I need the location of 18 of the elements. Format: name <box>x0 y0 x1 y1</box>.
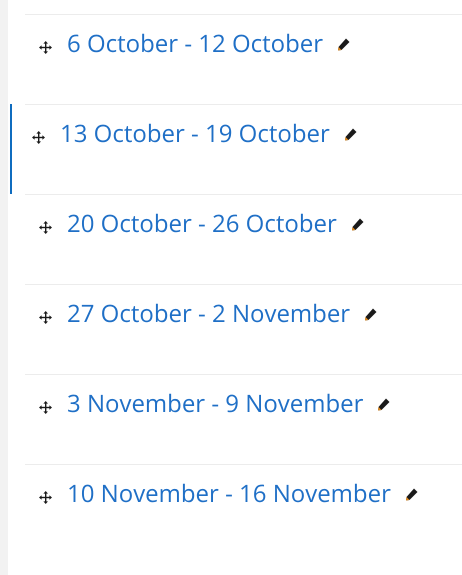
section-title-link[interactable]: 10 November - 16 November <box>67 481 391 507</box>
move-icon[interactable] <box>39 401 52 414</box>
pencil-icon[interactable] <box>337 38 350 51</box>
pencil-icon[interactable] <box>350 218 364 231</box>
pencil-icon[interactable] <box>364 308 378 321</box>
pencil-icon[interactable] <box>404 488 418 501</box>
move-icon[interactable] <box>39 311 52 324</box>
section-title-link[interactable]: 20 October - 26 October <box>67 211 337 237</box>
pencil-icon[interactable] <box>377 398 390 411</box>
move-icon[interactable] <box>32 131 45 144</box>
section-title-link[interactable]: 13 October - 19 October <box>60 121 330 147</box>
section-title-link[interactable]: 27 October - 2 November <box>67 301 350 327</box>
move-icon[interactable] <box>39 221 52 234</box>
move-icon[interactable] <box>39 491 52 504</box>
section-title-link[interactable]: 3 November - 9 November <box>67 391 364 417</box>
section-title-link[interactable]: 6 October - 12 October <box>67 31 324 57</box>
pencil-icon[interactable] <box>344 128 357 141</box>
move-icon[interactable] <box>39 41 52 54</box>
